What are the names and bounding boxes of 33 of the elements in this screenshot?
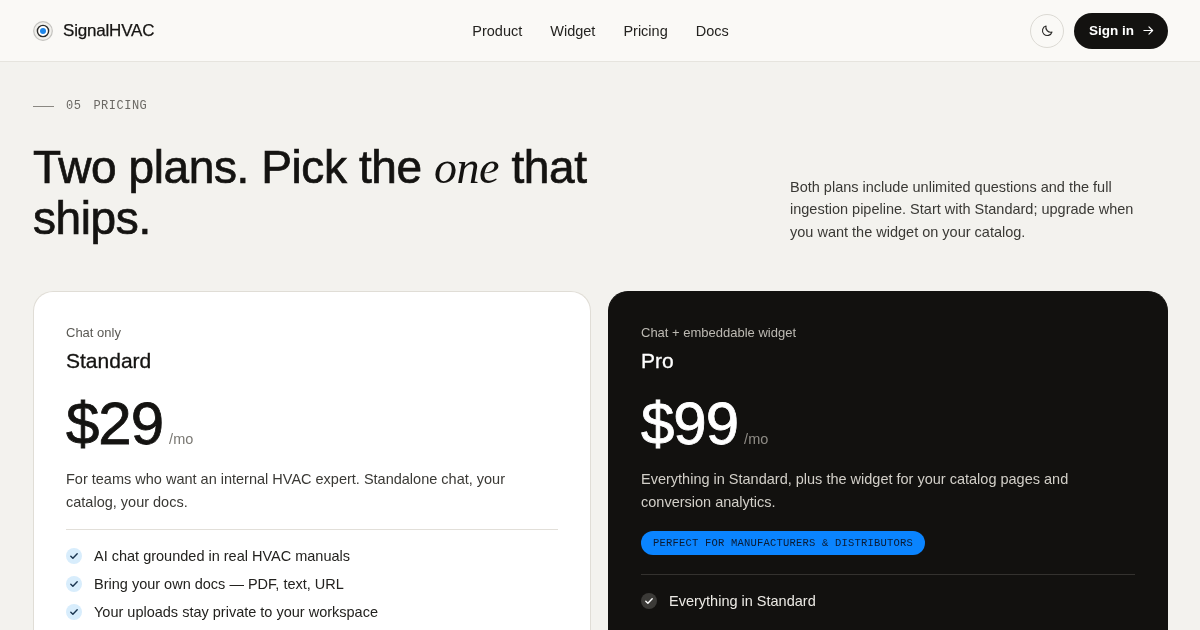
sign-in-button[interactable]: Sign in	[1074, 12, 1168, 49]
brand-name[interactable]: SignalHVAC	[63, 20, 155, 41]
feature-text: Everything in Standard	[669, 592, 816, 611]
moon-icon	[1040, 24, 1054, 37]
plan-tagline: Chat + embeddable widget	[641, 324, 797, 342]
feature-text: AI chat grounded in real HVAC manuals	[94, 547, 351, 566]
page-heading: Two plans. Pick the one that ships.	[33, 142, 588, 244]
check-icon	[66, 604, 82, 620]
price-period: /mo	[169, 431, 194, 447]
plan-description: For teams who want an internal HVAC expert. Standalone chat, your catalog, your docs.	[66, 470, 506, 512]
check-icon	[66, 576, 82, 592]
section-label: PRICING	[93, 98, 148, 114]
theme-toggle-button[interactable]	[1030, 13, 1064, 48]
audience-badge: PERFECT FOR MANUFACTURERS & DISTRIBUTORS	[641, 531, 926, 555]
nav-link[interactable]: Docs	[695, 22, 729, 39]
logo-icon	[33, 20, 53, 41]
check-icon	[641, 593, 657, 609]
check-icon	[66, 548, 82, 564]
plan-tagline: Chat only	[66, 324, 121, 342]
nav-link[interactable]: Pricing	[623, 22, 668, 39]
section-number: 05	[66, 98, 82, 114]
feature-text: Bring your own docs — PDF, text, URL	[94, 575, 344, 594]
nav-link[interactable]: Widget	[550, 22, 596, 39]
price: $29	[66, 394, 164, 454]
plan-description: Everything in Standard, plus the widget for your catalog pages and conversion analytics.	[641, 470, 1070, 512]
price-period: /mo	[744, 431, 769, 447]
plan-name: Standard	[66, 348, 152, 374]
intro-text: Both plans include unlimited questions and the full ingestion pipeline. Start with Standard; upgrade when you want the widget on your catalog.	[790, 177, 1135, 242]
feature-text: Your uploads stay private to your workspace	[94, 603, 378, 622]
price: $99	[641, 394, 739, 454]
arrow-right-icon	[1143, 25, 1154, 36]
plan-name: Pro	[641, 348, 674, 374]
nav-link[interactable]: Product	[472, 22, 523, 39]
